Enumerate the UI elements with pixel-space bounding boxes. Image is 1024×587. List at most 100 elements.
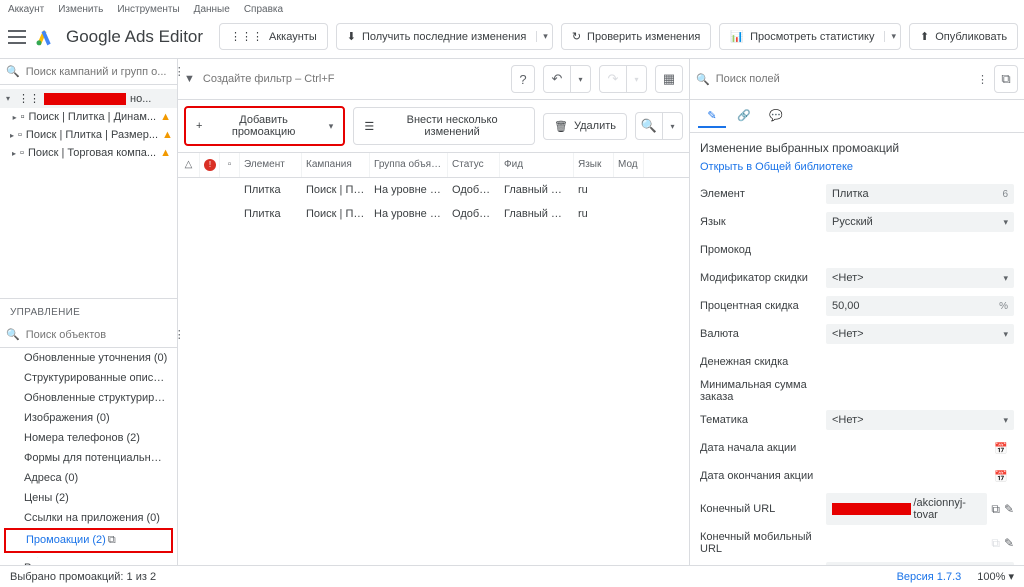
mg-item[interactable]: Ссылки на приложения (0)	[0, 508, 177, 528]
publish-button[interactable]: ⬆Опубликовать	[909, 23, 1018, 50]
val-discount-mod[interactable]: <Нет>	[826, 268, 1014, 288]
col-feed[interactable]: Фид	[500, 153, 574, 177]
val-min-order[interactable]	[826, 387, 1014, 395]
google-ads-logo	[34, 27, 54, 47]
col-adgroup[interactable]: Группа объявл...	[370, 153, 448, 177]
get-changes-button[interactable]: ⬇Получить последние изменения▾	[336, 23, 553, 50]
fields-search-input[interactable]	[716, 73, 971, 85]
edit-icon[interactable]: ✎	[1004, 502, 1014, 517]
menu-edit[interactable]: Изменить	[58, 4, 103, 15]
filter-input[interactable]	[203, 73, 503, 85]
account-name-redacted	[44, 93, 126, 105]
comment-tab[interactable]: 💬	[762, 104, 790, 128]
layout-button[interactable]: ▦	[655, 65, 683, 93]
expand-icon[interactable]: ▸	[12, 149, 16, 158]
account-row[interactable]: ▾ ⋮⋮ но...	[0, 89, 177, 108]
menu-help[interactable]: Справка	[244, 4, 283, 15]
warning-icon: ▲	[160, 147, 171, 159]
lbl-theme: Тематика	[700, 414, 826, 426]
val-currency[interactable]: <Нет>	[826, 324, 1014, 344]
lbl-min-order: Минимальная сумма заказа	[700, 379, 826, 403]
url-redacted	[832, 503, 911, 515]
delete-button[interactable]: 🗑Удалить	[543, 113, 627, 140]
open-url-icon[interactable]: ⧉	[991, 502, 1000, 517]
search-tool-menu[interactable]: ▾	[663, 112, 683, 140]
mg-item[interactable]: Структурированные описани...	[0, 368, 177, 388]
mg-item[interactable]: Номера телефонов (2)	[0, 428, 177, 448]
open-url-icon[interactable]: ⧉	[991, 536, 1000, 551]
mg-item-promo[interactable]: Промоакции (2)⧉	[4, 528, 173, 553]
mg-item[interactable]: Формы для потенциальных к...	[0, 448, 177, 468]
trash-icon: 🗑	[554, 120, 568, 133]
val-money[interactable]	[826, 358, 1014, 366]
col-lang[interactable]: Язык	[574, 153, 614, 177]
mg-item[interactable]: Обновленные уточнения (0)	[0, 348, 177, 368]
grid-icon: ⋮⋮	[18, 92, 40, 105]
edit-tab[interactable]: ✎	[698, 104, 726, 128]
undo-menu[interactable]: ▾	[571, 65, 591, 93]
val-lang[interactable]: Русский	[826, 212, 1014, 232]
campaign-search-input[interactable]	[26, 66, 168, 78]
filter-icon: ▼	[184, 73, 195, 85]
lbl-end-date: Дата окончания акции	[700, 470, 826, 482]
expand-icon[interactable]: ▸	[13, 113, 17, 122]
calendar-icon[interactable]: 📅	[994, 442, 1008, 455]
val-promo[interactable]	[826, 246, 1014, 254]
mg-item[interactable]: Цены (2)	[0, 488, 177, 508]
menu-account[interactable]: Аккаунт	[8, 4, 44, 15]
campaign-row[interactable]: ▸ ▫ Поиск | Торговая компа... ▲	[0, 144, 177, 162]
version-link[interactable]: Версия 1.7.3	[897, 571, 962, 583]
campaign-icon: ▫	[21, 111, 25, 123]
val-start-date[interactable]: 📅	[826, 438, 1014, 459]
add-promo-button[interactable]: +Добавить промоакцию▾	[184, 106, 345, 146]
val-mobile-url[interactable]	[826, 539, 987, 547]
view-stats-button[interactable]: 📊Просмотреть статистику▾	[719, 23, 901, 50]
col-campaign[interactable]: Кампания	[302, 153, 370, 177]
table-header: △ ! ▫ Элемент Кампания Группа объявл... …	[178, 153, 689, 178]
more-icon[interactable]: ⋮	[977, 73, 988, 86]
mg-item[interactable]: Обновленные структурирова...	[0, 388, 177, 408]
edit-icon[interactable]: ✎	[1004, 536, 1014, 551]
panel-title: Изменение выбранных промоакций	[700, 141, 1014, 155]
val-end-date[interactable]: 📅	[826, 466, 1014, 487]
table-row[interactable]: Плитка Поиск | Плит... На уровне ка... О…	[178, 202, 689, 226]
bulk-changes-button[interactable]: ☰Внести несколько изменений	[353, 107, 535, 145]
hamburger-icon[interactable]	[8, 30, 26, 44]
check-changes-button[interactable]: ↻Проверить изменения	[561, 23, 712, 50]
col-mod[interactable]: Мод	[614, 153, 644, 177]
val-percent[interactable]: 50,00%	[826, 296, 1014, 316]
redo-button[interactable]: ↷	[599, 65, 627, 93]
val-element[interactable]: Плитка6	[826, 184, 1014, 204]
help-icon[interactable]: ?	[511, 65, 535, 93]
popout-icon[interactable]: ⧉	[994, 65, 1018, 93]
col-element[interactable]: Элемент	[240, 153, 302, 177]
calendar-icon[interactable]: 📅	[994, 470, 1008, 483]
redo-menu[interactable]: ▾	[627, 65, 647, 93]
menu-data[interactable]: Данные	[194, 4, 230, 15]
search-icon: 🔍	[696, 73, 710, 86]
table-row[interactable]: Плитка Поиск | Плит... На уровне ка... О…	[178, 178, 689, 202]
campaign-row[interactable]: ▸ ▫ Поиск | Плитка | Динам... ▲	[0, 108, 177, 126]
mg-item[interactable]: Обновленные промоакции (0)	[0, 553, 177, 558]
col-status[interactable]: Статус	[448, 153, 500, 177]
val-final-url[interactable]: /akcionnyj-tovar	[826, 493, 987, 525]
objects-search-input[interactable]	[26, 329, 168, 341]
val-theme[interactable]: <Нет>	[826, 410, 1014, 430]
accounts-button[interactable]: ⋮⋮⋮Аккаунты	[219, 23, 328, 50]
external-icon[interactable]: ⧉	[108, 534, 116, 546]
warning-icon: ▲	[162, 129, 173, 141]
expand-icon[interactable]: ▸	[10, 131, 14, 140]
undo-button[interactable]: ↶	[543, 65, 571, 93]
campaign-row[interactable]: ▸ ▫ Поиск | Плитка | Размер... ▲	[0, 126, 177, 144]
mg-item[interactable]: Адреса (0)	[0, 468, 177, 488]
zoom-level[interactable]: 100% ▾	[977, 570, 1014, 583]
library-link[interactable]: Открыть в Общей библиотеке	[700, 161, 853, 173]
mg-item[interactable]: Изображения (0)	[0, 408, 177, 428]
link-tab[interactable]: 🔗	[730, 104, 758, 128]
plus-icon: +	[196, 120, 202, 132]
expand-icon[interactable]: ▾	[6, 94, 14, 103]
lbl-lang: Язык	[700, 216, 826, 228]
menu-tools[interactable]: Инструменты	[117, 4, 179, 15]
search-tool-button[interactable]: 🔍	[635, 112, 663, 140]
triangle-icon[interactable]: △	[185, 159, 193, 170]
